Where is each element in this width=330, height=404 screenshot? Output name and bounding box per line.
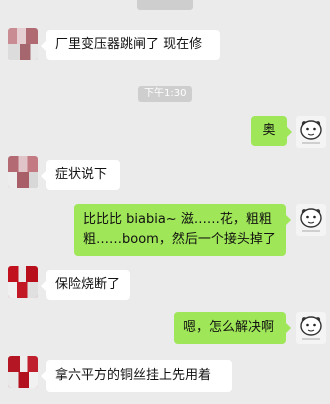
message-text-6: 嗯，怎么解决啊: [183, 320, 275, 335]
message-text-4a: 比比比 biabia~ 滋……花，粗粗: [83, 212, 272, 227]
message-bubble-2[interactable]: 奥: [251, 116, 292, 146]
message-text-2: 奥: [262, 123, 276, 138]
contact-avatar[interactable]: [8, 28, 38, 60]
contact-avatar[interactable]: [8, 266, 38, 298]
message-bubble-3[interactable]: 症状说下: [41, 160, 120, 190]
top-time-divider: [137, 0, 193, 10]
message-bubble-5[interactable]: 保险烧断了: [41, 270, 130, 300]
time-divider-text: 下午1:30: [144, 88, 187, 99]
message-bubble-4[interactable]: 比比比 biabia~ 滋……花，粗粗 粗……boom，然后一个接头掉了: [74, 204, 291, 256]
message-text-4b: 粗……boom，然后一个接头掉了: [83, 232, 276, 247]
cartoon-avatar-icon: [300, 208, 322, 232]
message-bubble-7[interactable]: 拿六平方的铜丝挂上先用着: [41, 360, 232, 392]
cartoon-avatar-icon: [300, 316, 322, 340]
message-bubble-1[interactable]: 厂里变压器跳闸了 现在修: [41, 30, 220, 60]
message-text-7: 拿六平方的铜丝挂上先用着: [55, 368, 212, 383]
chat-window: 厂里变压器跳闸了 现在修 下午1:30 奥 症状说下 比比比 biabia~ 滋…: [0, 0, 330, 404]
my-avatar[interactable]: [296, 312, 326, 344]
time-divider: 下午1:30: [138, 86, 193, 102]
my-avatar[interactable]: [296, 204, 326, 236]
message-bubble-6[interactable]: 嗯，怎么解决啊: [174, 312, 291, 344]
cartoon-avatar-icon: [300, 120, 322, 144]
my-avatar[interactable]: [296, 116, 326, 148]
contact-avatar[interactable]: [8, 356, 38, 388]
message-text-3: 症状说下: [55, 167, 108, 182]
message-text-5: 保险烧断了: [55, 277, 121, 292]
contact-avatar[interactable]: [8, 156, 38, 188]
message-text-1: 厂里变压器跳闸了 现在修: [55, 37, 203, 52]
